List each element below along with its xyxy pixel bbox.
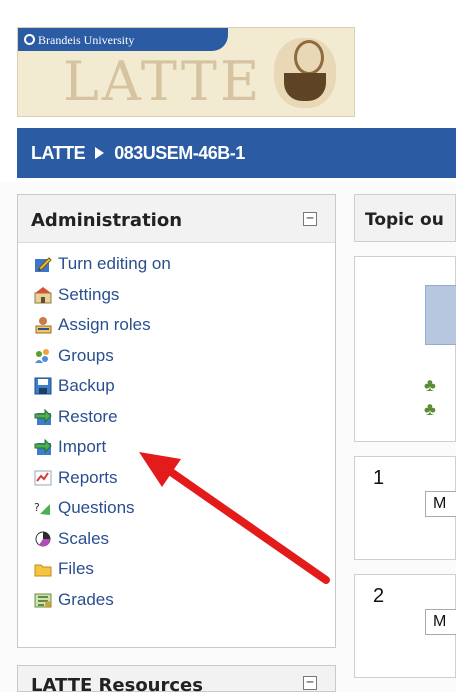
section-select[interactable]: M bbox=[425, 491, 456, 517]
svg-text:?: ? bbox=[34, 501, 40, 514]
topic-outline-label: Topic ou bbox=[365, 210, 444, 230]
breadcrumb-home[interactable]: LATTE bbox=[31, 143, 86, 163]
menu-item-assign-roles[interactable]: Assign roles bbox=[18, 310, 335, 341]
settings-icon bbox=[32, 284, 54, 306]
menu-item-scales[interactable]: Scales bbox=[18, 524, 335, 555]
menu-label-grades: Grades bbox=[58, 589, 114, 609]
menu-item-grades[interactable]: Grades bbox=[18, 585, 335, 616]
menu-label-import: Import bbox=[58, 437, 107, 457]
administration-block: Administration − Turn editing on Setting… bbox=[17, 194, 336, 648]
menu-item-questions[interactable]: ? Questions bbox=[18, 493, 335, 524]
edit-icon bbox=[32, 253, 54, 275]
menu-label-settings: Settings bbox=[58, 284, 120, 304]
grades-icon bbox=[32, 589, 54, 611]
menu-item-settings[interactable]: Settings bbox=[18, 280, 335, 311]
menu-item-backup[interactable]: Backup bbox=[18, 371, 335, 402]
menu-label-reports: Reports bbox=[58, 467, 118, 487]
site-header: Brandeis University LATTE LATTE 083USEM-… bbox=[0, 0, 456, 182]
collapse-administration-button[interactable]: − bbox=[303, 212, 317, 226]
section-select[interactable]: M bbox=[425, 609, 456, 635]
menu-item-reports[interactable]: Reports bbox=[18, 463, 335, 494]
participants-icon-2: ♣ bbox=[424, 399, 436, 419]
topic-outline-tab[interactable]: Topic ou bbox=[354, 194, 456, 242]
menu-item-files[interactable]: Files bbox=[18, 554, 335, 585]
brandeis-banner: Brandeis University bbox=[18, 28, 228, 51]
assign-roles-icon bbox=[32, 314, 54, 336]
latte-logo[interactable]: Brandeis University LATTE bbox=[17, 27, 355, 117]
menu-item-turn-editing-on[interactable]: Turn editing on bbox=[18, 249, 335, 280]
menu-label-assign-roles: Assign roles bbox=[58, 315, 151, 335]
menu-label-questions: Questions bbox=[58, 498, 135, 518]
menu-item-restore[interactable]: Restore bbox=[18, 402, 335, 433]
administration-header: Administration − bbox=[18, 195, 335, 243]
topic-section-2: 2 M bbox=[354, 574, 456, 678]
menu-item-groups[interactable]: Groups bbox=[18, 341, 335, 372]
menu-label-groups: Groups bbox=[58, 345, 114, 365]
university-name: Brandeis University bbox=[24, 33, 134, 48]
breadcrumb-arrow-icon bbox=[94, 147, 104, 159]
folder-icon bbox=[32, 558, 54, 580]
questions-icon: ? bbox=[32, 497, 54, 519]
brandeis-seal-icon bbox=[24, 34, 35, 45]
participants-icon: ♣ bbox=[424, 375, 436, 395]
menu-label-turn-editing-on: Turn editing on bbox=[58, 254, 171, 274]
import-icon bbox=[32, 436, 54, 458]
latte-resources-block: LATTE Resources − bbox=[17, 665, 336, 692]
course-content-area: Topic ou ♣ ♣ 1 M 2 M bbox=[354, 194, 456, 692]
restore-icon bbox=[32, 406, 54, 428]
section-number: 1 bbox=[373, 467, 385, 489]
breadcrumb-course[interactable]: 083USEM-46B-1 bbox=[114, 143, 245, 163]
latte-resources-title: LATTE Resources bbox=[31, 675, 203, 692]
menu-label-restore: Restore bbox=[58, 406, 118, 426]
menu-label-files: Files bbox=[58, 559, 94, 579]
administration-title: Administration bbox=[31, 210, 183, 231]
reports-icon bbox=[32, 467, 54, 489]
scales-icon bbox=[32, 528, 54, 550]
browser-page: Brandeis University LATTE LATTE 083USEM-… bbox=[0, 0, 456, 692]
section-number: 2 bbox=[373, 585, 385, 607]
backup-icon bbox=[32, 375, 54, 397]
administration-menu: Turn editing on Settings Assign roles Gr… bbox=[18, 243, 335, 615]
collapse-resources-button[interactable]: − bbox=[303, 676, 317, 690]
menu-item-import[interactable]: Import bbox=[18, 432, 335, 463]
menu-label-scales: Scales bbox=[58, 528, 110, 548]
latte-wordmark: LATTE bbox=[63, 50, 263, 113]
section-zero: ♣ ♣ bbox=[354, 256, 456, 442]
navigation-bar: LATTE 083USEM-46B-1 bbox=[17, 128, 456, 178]
topic-section-1: 1 M bbox=[354, 456, 456, 560]
groups-icon bbox=[32, 345, 54, 367]
steam-icon bbox=[294, 40, 324, 75]
course-banner-image bbox=[425, 285, 456, 345]
menu-label-backup: Backup bbox=[58, 376, 115, 396]
breadcrumb: LATTE 083USEM-46B-1 bbox=[31, 143, 245, 164]
